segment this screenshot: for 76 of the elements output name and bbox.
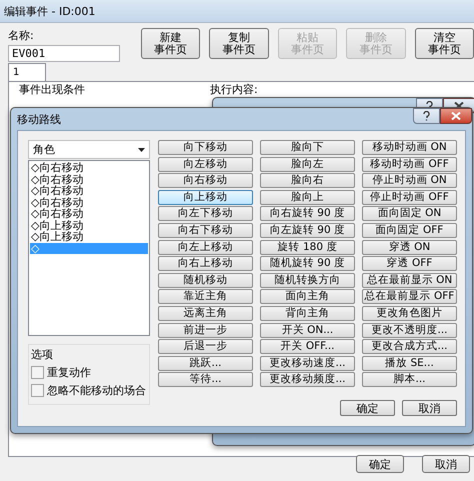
dialog-button[interactable]: 确定 xyxy=(356,455,404,473)
checkbox-label: 忽略不能移动的场合 xyxy=(47,383,146,398)
command-button[interactable]: 向右旋转 90 度 xyxy=(260,206,355,222)
command-button[interactable]: 向左下移动 xyxy=(158,206,253,222)
command-button[interactable]: 脚本... xyxy=(362,372,457,388)
command-button[interactable]: 开关 ON... xyxy=(260,322,355,338)
command-button[interactable]: 脸向下 xyxy=(260,140,355,155)
command-button[interactable]: 远离主角 xyxy=(158,306,253,321)
command-button[interactable]: 向右下移动 xyxy=(158,222,253,238)
command-button[interactable]: 移动时动画 OFF xyxy=(362,156,457,172)
event-page-button[interactable]: 新建 事件页 xyxy=(141,28,200,59)
close-icon xyxy=(451,112,461,120)
command-button[interactable]: 向右移动 xyxy=(158,173,253,188)
route-item[interactable]: ◇向右移动 xyxy=(30,174,148,185)
command-button[interactable]: 背向主角 xyxy=(260,306,355,321)
dialog-button[interactable]: 取消 xyxy=(402,400,457,416)
command-button[interactable]: 向左旋转 90 度 xyxy=(260,222,355,238)
command-button[interactable]: 脸向右 xyxy=(260,173,355,188)
command-button[interactable]: 旋转 180 度 xyxy=(260,240,355,255)
command-button[interactable]: 靠近主角 xyxy=(158,289,253,304)
command-button[interactable]: 向右上移动 xyxy=(158,256,253,272)
checkbox-label: 重复动作 xyxy=(47,365,91,380)
command-button[interactable]: 随机转换方向 xyxy=(260,272,355,288)
command-button[interactable]: 跳跃... xyxy=(158,356,253,371)
help-button[interactable] xyxy=(413,108,440,124)
dialog-button[interactable]: 取消 xyxy=(422,455,470,473)
checkbox[interactable] xyxy=(31,384,44,397)
command-button[interactable]: 后退一步 xyxy=(158,339,253,354)
command-button[interactable]: 面向固定 ON xyxy=(362,206,457,222)
command-button[interactable]: 开关 OFF... xyxy=(260,339,355,354)
checkbox[interactable] xyxy=(31,366,44,379)
dialog-title: 移动路线 xyxy=(17,112,61,126)
dropdown-arrow-icon xyxy=(138,148,145,152)
command-button[interactable]: 向下移动 xyxy=(158,140,253,155)
page-tab[interactable]: 1 xyxy=(8,63,46,81)
group-title: 事件出现条件 xyxy=(19,84,85,96)
command-button[interactable]: 等待... xyxy=(158,372,253,388)
command-button[interactable]: 面向主角 xyxy=(260,289,355,304)
command-button[interactable]: 播放 SE... xyxy=(362,356,457,371)
command-button[interactable]: 随机移动 xyxy=(158,272,253,288)
command-button[interactable]: 穿透 OFF xyxy=(362,256,457,272)
command-button[interactable]: 停止时动画 ON xyxy=(362,173,457,188)
command-button[interactable]: 停止时动画 OFF xyxy=(362,190,457,205)
command-button[interactable]: 向左移动 xyxy=(158,156,253,172)
command-button[interactable]: 随机旋转 90 度 xyxy=(260,256,355,272)
route-item[interactable]: ◇向上移动 xyxy=(30,220,148,231)
route-item[interactable]: ◇向右移动 xyxy=(30,185,148,196)
command-button[interactable]: 更改移动频度... xyxy=(260,372,355,388)
name-field[interactable]: EV001 xyxy=(8,45,120,62)
command-button[interactable]: 向左上移动 xyxy=(158,240,253,255)
command-button[interactable]: 面向固定 OFF xyxy=(362,222,457,238)
command-button[interactable]: 更改移动速度... xyxy=(260,356,355,371)
command-button[interactable]: 脸向左 xyxy=(260,156,355,172)
command-button[interactable]: 更改不透明度... xyxy=(362,322,457,338)
route-item[interactable]: ◇向右移动 xyxy=(30,162,148,174)
contents-label: 执行内容: xyxy=(210,84,258,96)
event-page-button[interactable]: 清空 事件页 xyxy=(414,28,474,59)
name-label: 名称: xyxy=(8,28,35,43)
command-button[interactable]: 更改角色图片 xyxy=(362,306,457,321)
command-button[interactable]: 移动时动画 ON xyxy=(362,140,457,155)
route-item[interactable]: ◇向右移动 xyxy=(30,208,148,220)
close-button[interactable] xyxy=(440,108,472,124)
command-button[interactable]: 前进一步 xyxy=(158,322,253,338)
dialog-button[interactable]: 确定 xyxy=(340,400,395,416)
command-button[interactable]: 总在最前显示 ON xyxy=(362,272,457,288)
command-button[interactable]: 穿透 ON xyxy=(362,240,457,255)
window-title: 编辑事件 - ID:001 xyxy=(4,4,96,18)
command-button[interactable]: 总在最前显示 OFF xyxy=(362,289,457,304)
route-item[interactable]: ◇向右移动 xyxy=(30,196,148,208)
event-page-button[interactable]: 复制 事件页 xyxy=(209,28,269,59)
command-button[interactable]: 向上移动 xyxy=(158,190,253,205)
target-dropdown[interactable]: 角色 xyxy=(28,140,150,159)
command-button[interactable]: 更改合成方式... xyxy=(362,339,457,354)
group-title: 选项 xyxy=(31,347,54,362)
route-item[interactable]: ◇向上移动 xyxy=(30,231,148,242)
command-button[interactable]: 脸向上 xyxy=(260,190,355,205)
